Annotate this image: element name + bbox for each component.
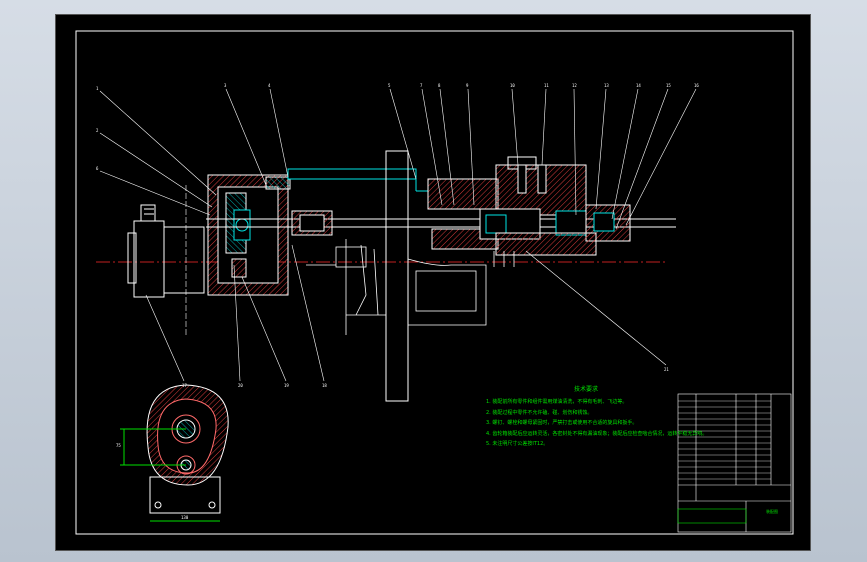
balloon-20: 20 — [238, 383, 243, 388]
balloon-16: 16 — [694, 83, 699, 88]
balloon-2: 2 — [96, 128, 99, 133]
balloon-15: 15 — [666, 83, 671, 88]
drawing-sheet: 345789101112131415161261720191821 — [55, 14, 811, 551]
gearbox-housing — [207, 174, 291, 296]
cad-viewport[interactable]: 345789101112131415161261720191821 — [0, 0, 867, 562]
balloon-19: 19 — [284, 383, 289, 388]
tech-requirement-1: 1. 装配前所有零件和组件需用煤油清洗，不得有毛刺、飞边等。 — [486, 399, 628, 406]
assembly-drawing: 345789101112131415161261720191821 — [75, 30, 794, 535]
balloon-9: 9 — [466, 83, 469, 88]
balloon-5: 5 — [388, 83, 391, 88]
bottom-view-dim-width: 130 — [181, 515, 189, 520]
balloon-14: 14 — [636, 83, 641, 88]
balloon-10: 10 — [510, 83, 515, 88]
middle-body — [385, 150, 631, 402]
title-block-drawing-name: 装配图 — [766, 509, 778, 514]
technical-requirements: 技术要求 1. 装配前所有零件和组件需用煤油清洗，不得有毛刺、飞边等。 2. 装… — [486, 386, 726, 451]
balloon-12: 12 — [572, 83, 577, 88]
tech-requirement-4: 4. 齿轮箱装配后应运转灵活，各密封处不得有漏油现象；装配后应检查啮合情况，运转… — [486, 430, 708, 437]
balloon-7: 7 — [420, 83, 423, 88]
tech-requirements-title: 技术要求 — [573, 386, 598, 393]
balloon-11: 11 — [544, 83, 549, 88]
balloon-3: 3 — [224, 83, 227, 88]
balloon-8: 8 — [438, 83, 441, 88]
balloon-21: 21 — [664, 367, 669, 372]
balloon-6: 6 — [96, 166, 99, 171]
bottom-view-dim-height: 75 — [116, 443, 121, 448]
tech-requirement-2: 2. 装配过程中零件不允许磕、碰、划伤和锈蚀。 — [486, 409, 593, 416]
support-frame — [306, 239, 515, 335]
balloon-13: 13 — [604, 83, 609, 88]
bottom-view — [120, 384, 229, 522]
tech-requirement-5: 5. 未注明尺寸公差按IT12。 — [486, 441, 549, 448]
balloon-1: 1 — [96, 86, 99, 91]
balloon-4: 4 — [268, 83, 271, 88]
balloon-18: 18 — [322, 383, 327, 388]
tech-requirement-3: 3. 螺钉、螺栓和螺母紧固时，严禁打击或使用不合适的旋具和扳手。 — [486, 420, 638, 427]
motor — [127, 204, 205, 298]
